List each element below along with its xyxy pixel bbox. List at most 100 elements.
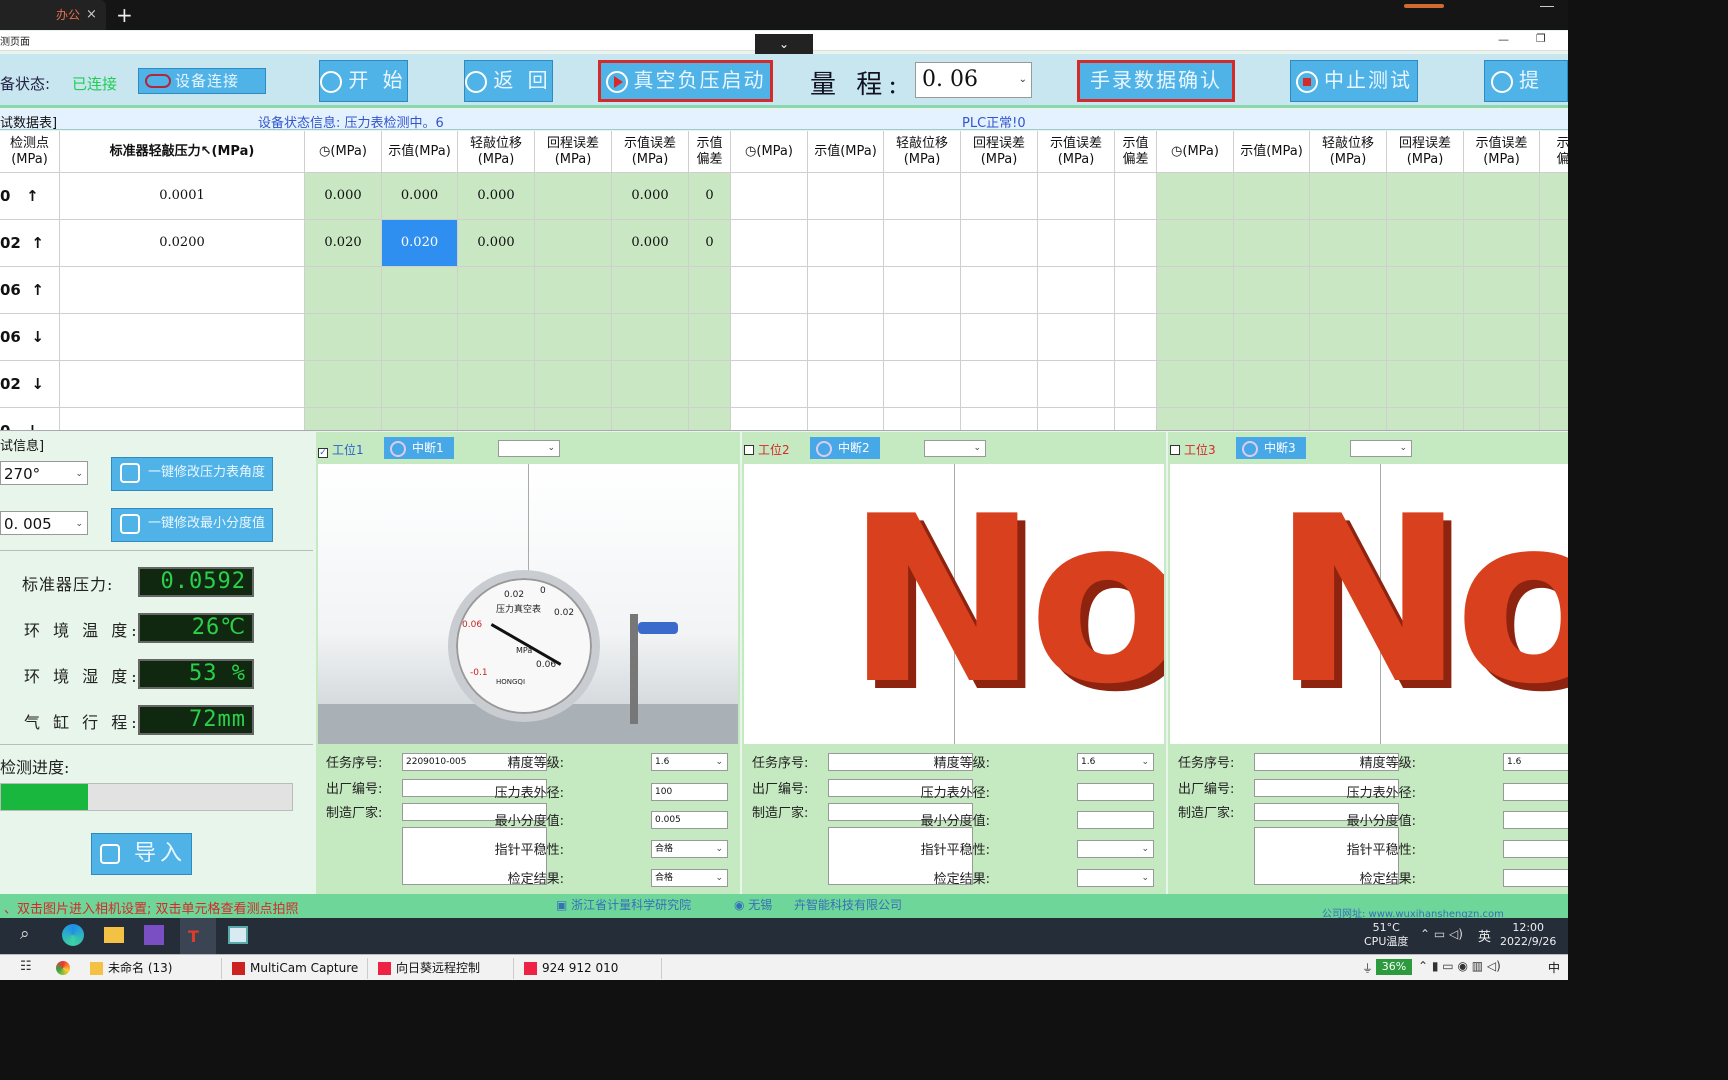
connect-button[interactable]: 设备连接 [138,68,266,94]
table-cell[interactable] [1464,314,1540,361]
table-cell[interactable] [1157,220,1234,267]
collapse-toggle[interactable]: ⌄ [755,34,813,54]
table-cell[interactable] [808,173,884,220]
table-cell[interactable]: 0 [689,173,731,220]
submit-button[interactable]: 提 交 [1484,60,1568,130]
table-cell[interactable] [1540,408,1568,430]
table-cell[interactable] [1157,267,1234,314]
table-cell[interactable] [1540,361,1568,408]
table-cell[interactable] [1464,267,1540,314]
station-checkbox[interactable]: 工位2 [744,442,790,458]
task-item[interactable]: MultiCam Capture [228,958,368,979]
checkbox-icon[interactable] [1170,445,1180,455]
accuracy-select[interactable]: 1.6 ⌄ [1077,753,1154,771]
row-std-pressure[interactable] [60,361,305,408]
chrome-icon[interactable] [56,961,70,975]
table-cell[interactable] [808,361,884,408]
table-cell[interactable] [382,408,458,430]
table-cell[interactable] [1038,220,1115,267]
table-cell[interactable] [1115,361,1157,408]
checkbox-icon[interactable]: ✓ [318,448,328,458]
table-cell[interactable] [382,361,458,408]
interrupt-button[interactable]: 中断2 [810,437,880,459]
table-cell[interactable] [731,173,808,220]
table-cell[interactable] [731,361,808,408]
table-cell[interactable] [1157,314,1234,361]
table-cell[interactable] [1115,173,1157,220]
new-tab-button[interactable]: + [116,3,133,27]
tray-icons-2[interactable]: ⌃ ▮ ▭ ◉ ▥ ◁) [1418,959,1501,973]
table-cell[interactable] [884,267,961,314]
row-std-pressure[interactable] [60,314,305,361]
interrupt-button[interactable]: 中断1 [384,437,454,459]
table-cell[interactable] [1157,361,1234,408]
result-select[interactable]: ⌄ [1077,869,1154,887]
table-cell[interactable] [612,408,689,430]
table-cell[interactable] [1115,314,1157,361]
close-tab-icon[interactable]: × [86,0,97,30]
table-cell[interactable] [1038,267,1115,314]
table-cell[interactable] [535,267,612,314]
station-select[interactable]: ⌄ [498,440,560,457]
table-cell[interactable] [1387,267,1464,314]
table-cell[interactable] [1234,220,1310,267]
table-cell[interactable] [1310,173,1387,220]
table-cell[interactable] [1540,314,1568,361]
clock[interactable]: 12:00 2022/9/26 [1500,921,1556,949]
range-select[interactable]: 0. 06 ⌄ [915,62,1032,98]
table-cell[interactable] [612,267,689,314]
table-cell[interactable] [808,267,884,314]
table-cell[interactable] [1234,361,1310,408]
table-cell[interactable]: 0.020 [382,220,458,267]
table-cell[interactable] [689,267,731,314]
table-cell[interactable]: 0.000 [612,173,689,220]
table-cell[interactable] [1464,173,1540,220]
station-checkbox[interactable]: ✓ 工位1 [318,442,364,458]
restore-icon[interactable]: ❐ [1536,32,1546,45]
battery-indicator[interactable]: 36% [1376,959,1412,975]
table-cell[interactable] [1234,408,1310,430]
table-cell[interactable] [1464,361,1540,408]
table-cell[interactable]: 0 [689,220,731,267]
table-cell[interactable] [1234,267,1310,314]
accuracy-select[interactable]: 1.6 ⌄ [1503,753,1568,771]
table-cell[interactable] [1310,267,1387,314]
table-cell[interactable] [731,267,808,314]
min-div-input[interactable]: 0.005 [651,811,728,829]
table-cell[interactable] [1157,408,1234,430]
task-view-icon[interactable]: ☷ [20,959,32,974]
task-item[interactable]: 向日葵远程控制 [374,958,514,979]
table-cell[interactable] [808,408,884,430]
table-cell[interactable] [1234,173,1310,220]
table-cell[interactable] [1540,267,1568,314]
result-select[interactable]: ⌄ [1503,869,1568,887]
table-cell[interactable] [961,220,1038,267]
row-std-pressure[interactable]: 0.0001 [60,173,305,220]
table-cell[interactable]: 0.000 [458,173,535,220]
diameter-input[interactable] [1503,783,1568,801]
row-std-pressure[interactable] [60,267,305,314]
table-cell[interactable] [1540,173,1568,220]
table-cell[interactable] [1387,220,1464,267]
stability-select[interactable]: ⌄ [1077,840,1154,858]
angle-select[interactable]: 270° ⌄ [0,461,88,485]
table-cell[interactable] [808,220,884,267]
table-cell[interactable] [731,408,808,430]
table-cell[interactable]: 0.020 [305,220,382,267]
table-cell[interactable] [535,173,612,220]
diameter-input[interactable] [1077,783,1154,801]
vacuum-start-button[interactable]: 真空负压启动 [598,60,773,102]
table-cell[interactable] [1115,408,1157,430]
table-cell[interactable] [1234,314,1310,361]
table-cell[interactable] [1387,314,1464,361]
table-cell[interactable] [612,314,689,361]
accuracy-select[interactable]: 1.6 ⌄ [651,753,728,771]
table-cell[interactable] [382,314,458,361]
task-item[interactable]: 未命名 (13) [86,958,222,979]
checkbox-icon[interactable] [744,445,754,455]
table-cell[interactable] [808,314,884,361]
table-cell[interactable] [1115,267,1157,314]
abort-test-button[interactable]: 中止测试 [1290,60,1418,102]
table-cell[interactable]: 0.000 [612,220,689,267]
table-cell[interactable] [382,267,458,314]
